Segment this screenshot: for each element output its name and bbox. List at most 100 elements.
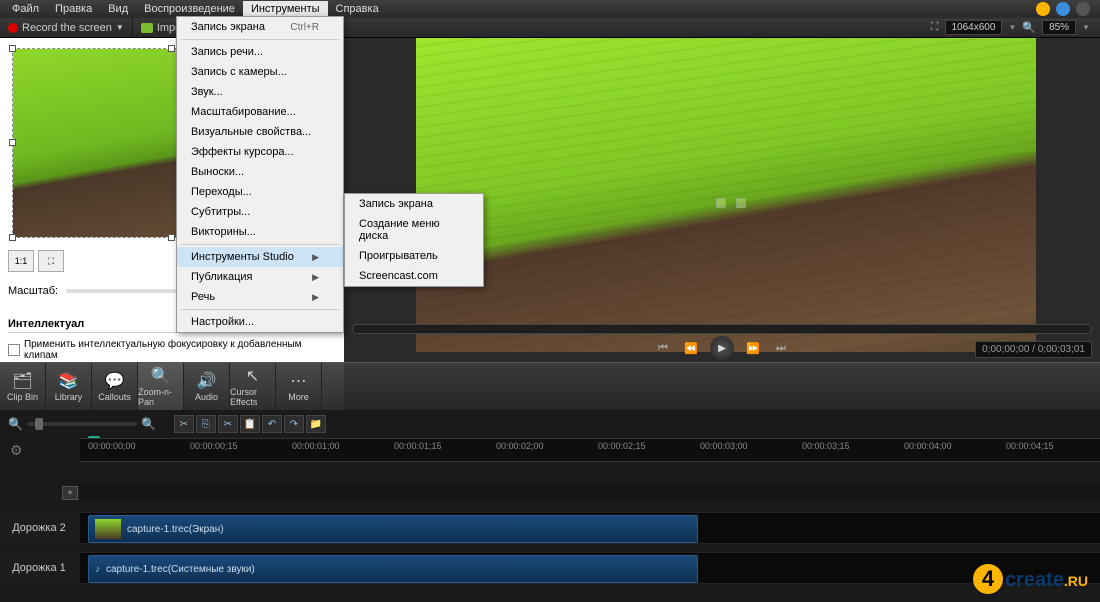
dd-callouts[interactable]: Выноски...	[177, 162, 343, 182]
track-1-label[interactable]: Дорожка 1	[0, 552, 78, 584]
step-fwd-button[interactable]: ⏩	[744, 339, 762, 357]
toolbar: Record the screen ▼ Import m ⛶ 1064x600 …	[0, 18, 1100, 38]
dd-record-screen[interactable]: Запись экранаCtrl+R	[177, 17, 343, 37]
ruler-tick: 00:00:00;00	[88, 441, 136, 451]
smartfocus-checkbox[interactable]	[8, 344, 20, 356]
menu-view[interactable]: Вид	[100, 1, 136, 17]
watermark-brand: create	[1005, 569, 1064, 591]
ruler-tick: 00:00:04;00	[904, 441, 952, 451]
dd-record-speech[interactable]: Запись речи...	[177, 42, 343, 62]
track-2-lane[interactable]: capture-1.trec(Экран)	[80, 512, 1100, 544]
library-icon: 📚	[58, 372, 80, 390]
audio-clip[interactable]: ♪ capture-1.trec(Системные звуки)	[88, 555, 698, 583]
step-back-button[interactable]: ⏪	[682, 339, 700, 357]
fit-screen-button[interactable]: ⛶	[38, 250, 64, 272]
ruler-tick: 00:00:01;00	[292, 441, 340, 451]
dd-speech[interactable]: Речь▶	[177, 287, 343, 307]
video-preview[interactable]	[416, 38, 1036, 352]
resize-handle[interactable]	[168, 234, 175, 241]
dd-cursor-fx[interactable]: Эффекты курсора...	[177, 142, 343, 162]
scrub-bar[interactable]	[352, 324, 1092, 334]
track-2-label[interactable]: Дорожка 2	[0, 512, 78, 544]
cursor-icon: ↖	[242, 367, 264, 385]
sub-record-screen[interactable]: Запись экрана	[345, 194, 483, 214]
tool-tabs: 🗂Clip Bin 📚Library 💬Callouts 🔍Zoom-n-Pan…	[0, 362, 344, 410]
tip-icon[interactable]	[1036, 2, 1050, 16]
callouts-icon: 💬	[104, 372, 126, 390]
copy-button[interactable]: ⎘	[196, 415, 216, 433]
help-icon[interactable]	[1056, 2, 1070, 16]
dd-visual-props[interactable]: Визуальные свойства...	[177, 122, 343, 142]
cut-button[interactable]: ✂	[174, 415, 194, 433]
zoom-icon: 🔍	[1022, 21, 1036, 34]
tab-audio[interactable]: 🔊Audio	[184, 363, 230, 410]
menubar: Файл Правка Вид Воспроизведение Инструме…	[0, 0, 1100, 18]
marker	[736, 198, 746, 208]
misc-icon[interactable]	[1076, 2, 1090, 16]
track-1-lane[interactable]: ♪ capture-1.trec(Системные звуки)	[80, 552, 1100, 584]
paste-button[interactable]: 📋	[240, 415, 260, 433]
sub-player[interactable]: Проигрыватель	[345, 246, 483, 266]
dd-sound[interactable]: Звук...	[177, 82, 343, 102]
sub-disc-menu[interactable]: Создание меню диска	[345, 214, 483, 246]
canvas-dimensions[interactable]: 1064x600	[945, 20, 1003, 35]
more-icon: ⋯	[288, 372, 310, 390]
slider-thumb[interactable]	[35, 418, 43, 430]
resize-handle[interactable]	[168, 45, 175, 52]
scale-label: Масштаб:	[8, 285, 58, 297]
audio-icon: 🔊	[196, 372, 218, 390]
next-button[interactable]: ⏭	[772, 339, 790, 357]
play-button[interactable]: ▶	[710, 336, 734, 360]
menu-file[interactable]: Файл	[4, 1, 47, 17]
tab-zoom-n-pan[interactable]: 🔍Zoom-n-Pan	[138, 363, 184, 410]
track-header-spacer	[80, 484, 1100, 502]
dd-zoom[interactable]: Масштабирование...	[177, 102, 343, 122]
ruler-tick: 00:00:02;15	[598, 441, 646, 451]
record-icon	[8, 23, 18, 33]
import-icon	[141, 23, 153, 33]
menu-help[interactable]: Справка	[328, 1, 387, 17]
marker-button[interactable]: 📁	[306, 415, 326, 433]
timeline-settings-icon[interactable]: ⚙	[10, 442, 23, 459]
tab-more[interactable]: ⋯More	[276, 363, 322, 410]
timeline-ruler[interactable]: 00:00:00;00 00:00:00;15 00:00:01;00 00:0…	[80, 438, 1100, 462]
resize-handle[interactable]	[9, 139, 16, 146]
dd-publishing[interactable]: Публикация▶	[177, 267, 343, 287]
menu-tools[interactable]: Инструменты	[243, 1, 328, 17]
clip-thumbnail	[95, 519, 121, 539]
split-button[interactable]: ✂	[218, 415, 238, 433]
menu-edit[interactable]: Правка	[47, 1, 100, 17]
record-screen-button[interactable]: Record the screen ▼	[0, 18, 133, 37]
dd-quizzes[interactable]: Викторины...	[177, 222, 343, 242]
dd-transitions[interactable]: Переходы...	[177, 182, 343, 202]
zoom-in-icon[interactable]: 🔍	[141, 417, 156, 431]
tab-cursor-effects[interactable]: ↖Cursor Effects	[230, 363, 276, 410]
dd-settings[interactable]: Настройки...	[177, 312, 343, 332]
ruler-tick: 00:00:02;00	[496, 441, 544, 451]
resize-handle[interactable]	[9, 234, 16, 241]
tab-callouts[interactable]: 💬Callouts	[92, 363, 138, 410]
menu-playback[interactable]: Воспроизведение	[136, 1, 243, 17]
audio-icon: ♪	[95, 564, 100, 575]
zoom-out-icon[interactable]: 🔍	[8, 417, 23, 431]
timeline-zoom-slider[interactable]	[27, 422, 137, 426]
dd-studio-tools[interactable]: Инструменты Studio▶	[177, 247, 343, 267]
prev-button[interactable]: ⏮	[654, 339, 672, 357]
tab-clip-bin[interactable]: 🗂Clip Bin	[0, 363, 46, 410]
tab-library[interactable]: 📚Library	[46, 363, 92, 410]
undo-button[interactable]: ↶	[262, 415, 282, 433]
fit-1-1-button[interactable]: 1:1	[8, 250, 34, 272]
time-display: 0;00;00;00 / 0;00;03;01	[975, 341, 1092, 358]
studio-submenu: Запись экрана Создание меню диска Проигр…	[344, 193, 484, 287]
sub-screencast[interactable]: Screencast.com	[345, 266, 483, 286]
resize-handle[interactable]	[9, 45, 16, 52]
timeline-toolbar: 🔍 🔍 ✂ ⎘ ✂ 📋 ↶ ↷ 📁	[0, 410, 1100, 438]
video-clip[interactable]: capture-1.trec(Экран)	[88, 515, 698, 543]
dd-record-camera[interactable]: Запись с камеры...	[177, 62, 343, 82]
dd-subtitles[interactable]: Субтитры...	[177, 202, 343, 222]
zoom-level[interactable]: 85%	[1042, 20, 1076, 35]
clip-bin-icon: 🗂	[12, 372, 34, 390]
redo-button[interactable]: ↷	[284, 415, 304, 433]
add-track-button[interactable]: +	[62, 486, 78, 500]
shrink-icon[interactable]: ⛶	[931, 21, 939, 34]
